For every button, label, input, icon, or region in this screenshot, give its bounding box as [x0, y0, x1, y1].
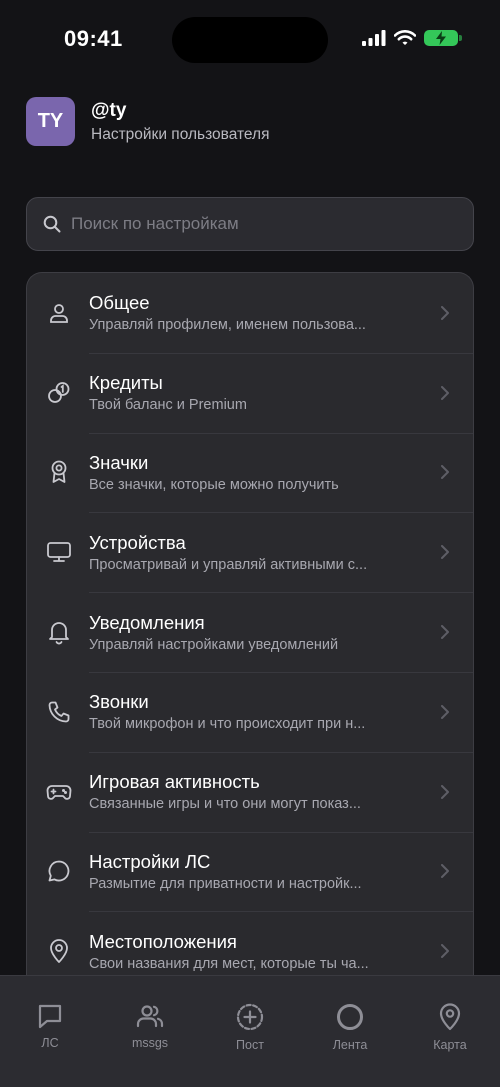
tab-label: mssgs: [131, 1036, 169, 1050]
search-icon: [43, 215, 61, 233]
battery-charging-icon: [424, 30, 462, 46]
search-input[interactable]: Поиск по настройкам: [26, 197, 474, 251]
chevron-right-icon: [441, 704, 449, 719]
tab-map[interactable]: Карта: [400, 976, 500, 1087]
chevron-right-icon: [441, 465, 449, 480]
monitor-icon: [47, 542, 71, 563]
user-icon: [50, 303, 68, 323]
tab-label: Карта: [433, 1038, 467, 1052]
settings-item-description: Управляй настройками уведомлений: [89, 636, 339, 653]
settings-item-calls[interactable]: Звонки Твой микрофон и что происходит пр…: [27, 671, 473, 752]
chevron-right-icon: [441, 545, 449, 560]
settings-item-description: Просматривай и управляй активными с...: [89, 556, 368, 573]
settings-item-credits[interactable]: Кредиты Твой баланс и Premium: [27, 352, 473, 433]
settings-item-title: Уведомления: [89, 611, 205, 633]
settings-item-title: Кредиты: [89, 372, 163, 394]
settings-item-title: Устройства: [89, 531, 186, 553]
settings-item-title: Местоположения: [89, 930, 237, 952]
cellular-signal-icon: [362, 30, 386, 46]
settings-list: Общее Управляй профилем, именем пользова…: [26, 272, 474, 1032]
coins-icon: [48, 381, 70, 403]
chevron-right-icon: [441, 864, 449, 879]
tab-feed[interactable]: Лента: [300, 976, 400, 1087]
plus-circle-icon: [236, 1003, 264, 1031]
gamepad-icon: [46, 784, 72, 800]
settings-item-description: Твой микрофон и что происходит при н...: [89, 716, 366, 733]
settings-screen: 09:41 TY @ty Настройки пользователя Поис…: [0, 0, 500, 1087]
map-pin-icon: [50, 939, 68, 964]
avatar[interactable]: TY: [26, 97, 75, 146]
chevron-right-icon: [441, 784, 449, 799]
settings-item-title: Значки: [89, 451, 149, 473]
map-pin-icon: [439, 1003, 461, 1031]
status-time: 09:41: [64, 26, 123, 51]
tab-label: Пост: [236, 1038, 264, 1052]
settings-item-devices[interactable]: Устройства Просматривай и управляй актив…: [27, 512, 473, 592]
dynamic-island: [172, 17, 328, 63]
settings-item-title: Звонки: [89, 691, 149, 713]
settings-item-general[interactable]: Общее Управляй профилем, именем пользова…: [27, 273, 473, 353]
settings-item-description: Свои названия для мест, которые ты ча...: [89, 955, 369, 972]
username: @ty: [91, 99, 127, 121]
tab-dms[interactable]: ЛС: [0, 976, 100, 1087]
settings-item-description: Все значки, которые можно получить: [89, 476, 339, 493]
chevron-right-icon: [441, 385, 449, 400]
chat-bubble-icon: [48, 861, 70, 882]
users-icon: [136, 1005, 164, 1028]
search-placeholder: Поиск по настройкам: [71, 214, 239, 233]
badge-icon: [51, 461, 67, 484]
status-icons: [362, 30, 462, 46]
page-subtitle: Настройки пользователя: [91, 125, 270, 143]
chevron-right-icon: [441, 944, 449, 959]
settings-item-description: Размытие для приватности и настройк...: [89, 875, 362, 892]
settings-item-game-activity[interactable]: Игровая активность Связанные игры и что …: [27, 751, 473, 832]
phone-icon: [48, 701, 70, 723]
settings-item-description: Твой баланс и Premium: [89, 397, 247, 414]
settings-item-badges[interactable]: Значки Все значки, которые можно получит…: [27, 432, 473, 513]
chevron-right-icon: [441, 625, 449, 640]
tab-bar: ЛС mssgs Пост Лента Карта: [0, 975, 500, 1087]
profile-header[interactable]: TY @ty Настройки пользователя: [26, 97, 269, 146]
message-square-icon: [38, 1004, 62, 1029]
chevron-right-icon: [441, 305, 449, 320]
settings-item-title: Игровая активность: [89, 771, 260, 793]
settings-item-notifications[interactable]: Уведомления Управляй настройками уведомл…: [27, 592, 473, 672]
settings-item-dm-settings[interactable]: Настройки ЛС Размытие для приватности и …: [27, 831, 473, 912]
tab-label: Лента: [332, 1038, 368, 1052]
circle-icon: [337, 1004, 363, 1030]
settings-item-description: Управляй профилем, именем пользова...: [89, 317, 366, 334]
settings-item-title: Настройки ЛС: [89, 850, 211, 872]
tab-mssgs[interactable]: mssgs: [100, 976, 200, 1087]
status-bar: 09:41: [0, 0, 500, 80]
tab-label: ЛС: [41, 1036, 59, 1050]
settings-item-title: Общее: [89, 292, 150, 314]
wifi-icon: [394, 30, 416, 45]
settings-item-description: Связанные игры и что они могут показ...: [89, 796, 361, 813]
tab-post[interactable]: Пост: [200, 976, 300, 1087]
bell-icon: [49, 622, 69, 645]
